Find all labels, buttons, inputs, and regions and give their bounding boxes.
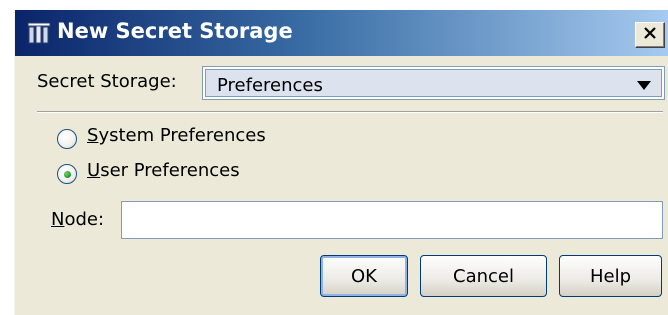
system-preferences-radio[interactable] — [57, 129, 77, 149]
user-preferences-label[interactable]: User Preferences — [87, 160, 240, 181]
title-bar[interactable]: New Secret Storage — [15, 10, 668, 56]
secret-storage-icon — [27, 21, 51, 45]
close-button[interactable] — [635, 22, 665, 48]
user-preferences-radio[interactable] — [57, 164, 77, 184]
radio-selected-dot — [64, 171, 71, 178]
cancel-button[interactable]: Cancel — [420, 255, 547, 297]
secret-storage-label: Secret Storage: — [37, 71, 177, 92]
system-preferences-label-text: ystem Preferences — [98, 125, 266, 146]
close-icon — [642, 25, 658, 45]
secret-storage-selected-value: Preferences — [217, 75, 323, 96]
user-preferences-mnemonic: U — [87, 160, 101, 181]
secret-storage-select[interactable]: Preferences — [202, 66, 665, 100]
dialog-title: New Secret Storage — [57, 19, 293, 43]
ok-button[interactable]: OK — [320, 255, 408, 297]
chevron-down-icon[interactable] — [637, 81, 651, 90]
node-label-text: ode: — [64, 209, 105, 230]
node-mnemonic: N — [51, 209, 65, 230]
system-preferences-mnemonic: S — [87, 125, 99, 146]
separator — [37, 111, 663, 113]
node-label: Node: — [51, 209, 104, 230]
system-preferences-label[interactable]: System Preferences — [87, 125, 266, 146]
new-secret-storage-dialog: New Secret Storage Secret Storage: Prefe… — [14, 10, 668, 315]
user-preferences-label-text: ser Preferences — [100, 160, 240, 181]
secret-storage-select-field: Preferences — [205, 69, 662, 97]
help-button[interactable]: Help — [559, 255, 662, 297]
node-input[interactable] — [121, 201, 663, 239]
